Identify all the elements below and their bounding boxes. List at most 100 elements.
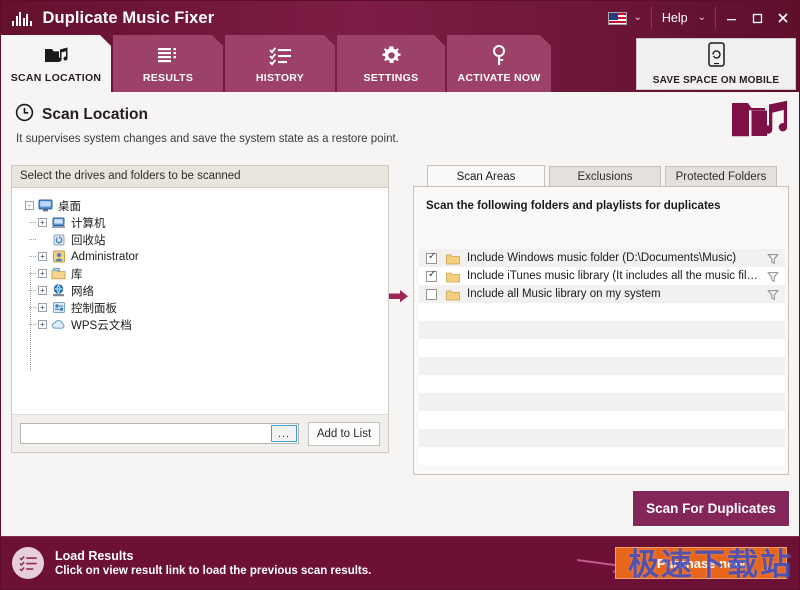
app-title: Duplicate Music Fixer: [42, 8, 215, 27]
scan-options-panel: Scan Areas Exclusions Protected Folders …: [413, 165, 789, 475]
list-item-empty: [419, 357, 785, 375]
tree-panel-header: Select the drives and folders to be scan…: [12, 166, 388, 188]
title-bar-controls: ⌄ Help ⌄: [607, 1, 800, 35]
control-panel-icon: [51, 301, 66, 315]
path-entry-row: ... Add to List: [12, 414, 388, 452]
page-subtitle: It supervises system changes and save th…: [16, 133, 399, 145]
close-icon[interactable]: [770, 1, 796, 35]
us-flag-icon[interactable]: [607, 11, 627, 25]
scan-areas-content: Scan the following folders and playlists…: [413, 186, 789, 475]
main-navigation: SCAN LOCATION RESULTS HISTORY SETTINGS A…: [1, 35, 799, 92]
clock-icon: [15, 103, 34, 127]
folder-icon: [446, 270, 460, 283]
tab-label: SETTINGS: [363, 71, 419, 84]
expand-toggle[interactable]: +: [38, 320, 47, 329]
tree-node-library[interactable]: + 库: [29, 265, 388, 282]
list-item[interactable]: Include all Music library on my system: [419, 285, 785, 303]
page-title: Scan Location: [42, 106, 148, 123]
drive-folder-selector-panel: Select the drives and folders to be scan…: [11, 165, 389, 453]
minimize-icon[interactable]: [718, 1, 744, 35]
scan-areas-list: Include Windows music folder (D:\Documen…: [419, 249, 785, 471]
tab-label: RESULTS: [142, 71, 194, 84]
filter-icon[interactable]: [767, 288, 779, 301]
expand-toggle[interactable]: +: [38, 303, 47, 312]
browse-button[interactable]: ...: [271, 425, 297, 442]
row-checkbox[interactable]: [426, 269, 437, 282]
tree-node-network[interactable]: + 网络: [29, 282, 388, 299]
tree-node-administrator[interactable]: + Administrator: [29, 248, 388, 265]
checklist-icon: [269, 44, 292, 68]
tree-node-label: 计算机: [71, 217, 106, 230]
expand-toggle[interactable]: +: [38, 269, 47, 278]
filter-icon[interactable]: [767, 270, 779, 283]
tab-exclusions[interactable]: Exclusions: [549, 166, 661, 187]
tab-activate-now[interactable]: ACTIVATE NOW: [447, 35, 551, 92]
tab-settings[interactable]: SETTINGS: [337, 35, 445, 92]
title-bar: Duplicate Music Fixer ⌄ Help ⌄: [1, 1, 800, 35]
list-item[interactable]: Include iTunes music library (It include…: [419, 267, 785, 285]
filter-icon[interactable]: [767, 252, 779, 265]
row-checkbox[interactable]: [426, 288, 437, 300]
collapse-toggle[interactable]: -: [25, 201, 34, 210]
help-chevron-down-icon[interactable]: ⌄: [691, 1, 713, 35]
list-item-empty: [419, 375, 785, 393]
tab-label: HISTORY: [255, 71, 305, 84]
language-chevron-down-icon[interactable]: ⌄: [627, 1, 649, 35]
tab-history[interactable]: HISTORY: [225, 35, 335, 92]
desktop-icon: [38, 199, 53, 213]
tree-node-computer[interactable]: + 计算机: [29, 214, 388, 231]
content-area: Scan Location It supervises system chang…: [1, 92, 799, 538]
gear-icon: [381, 44, 402, 68]
row-label: Include iTunes music library (It include…: [467, 270, 761, 282]
expand-toggle[interactable]: +: [38, 218, 47, 227]
scan-for-duplicates-button[interactable]: Scan For Duplicates: [632, 490, 790, 527]
tree-node-label: Administrator: [71, 250, 139, 263]
list-lines-icon: [157, 44, 179, 68]
cloud-icon: [51, 318, 66, 332]
path-input[interactable]: ...: [20, 423, 299, 444]
network-icon: [51, 284, 66, 298]
divider: [650, 7, 652, 29]
help-menu-label[interactable]: Help: [654, 1, 691, 35]
arrow-right-icon: [389, 289, 409, 309]
tree-node-label: 回收站: [71, 234, 106, 247]
list-item-empty: [419, 321, 785, 339]
tab-results[interactable]: RESULTS: [113, 35, 223, 92]
user-icon: [51, 250, 66, 264]
tab-protected-folders[interactable]: Protected Folders: [665, 166, 777, 187]
tab-scan-areas[interactable]: Scan Areas: [427, 165, 545, 187]
maximize-icon[interactable]: [744, 1, 770, 35]
row-label: Include Windows music folder (D:\Documen…: [467, 252, 737, 264]
recycle-bin-icon: [51, 233, 66, 247]
tree-node-label: 桌面: [58, 200, 81, 213]
save-space-label: SAVE SPACE ON MOBILE: [652, 75, 780, 86]
scan-areas-heading: Scan the following folders and playlists…: [426, 200, 721, 212]
page-title-row: Scan Location: [1, 92, 799, 127]
folder-icon: [446, 288, 460, 301]
tab-scan-location[interactable]: SCAN LOCATION: [1, 35, 111, 92]
tab-label: ACTIVATE NOW: [457, 71, 541, 84]
tree-node-recycle-bin[interactable]: 回收站: [29, 231, 388, 248]
expand-toggle[interactable]: +: [38, 252, 47, 261]
tree-node-control-panel[interactable]: + 控制面板: [29, 299, 388, 316]
folder-music-icon: [44, 44, 68, 68]
save-space-on-mobile-button[interactable]: SAVE SPACE ON MOBILE: [636, 38, 796, 90]
key-icon: [491, 44, 507, 68]
computer-icon: [51, 216, 66, 230]
load-results-subtitle: Click on view result link to load the pr…: [55, 565, 372, 577]
tree-node-wps-cloud[interactable]: + WPS云文档: [29, 316, 388, 333]
row-checkbox[interactable]: [426, 251, 437, 264]
add-to-list-button[interactable]: Add to List: [308, 421, 380, 446]
purchase-now-button[interactable]: Purchase now: [615, 547, 787, 579]
application-window: Duplicate Music Fixer ⌄ Help ⌄ SCAN LOCA…: [0, 0, 800, 590]
list-item[interactable]: Include Windows music folder (D:\Documen…: [419, 249, 785, 267]
scan-options-tabs: Scan Areas Exclusions Protected Folders: [413, 165, 789, 187]
tree-node-label: 网络: [71, 285, 94, 298]
tree-node-desktop[interactable]: - 桌面: [25, 197, 388, 214]
list-item-empty: [419, 303, 785, 321]
tab-label: SCAN LOCATION: [10, 71, 102, 84]
folder-music-logo: [729, 96, 789, 148]
tree-node-label: WPS云文档: [71, 319, 132, 332]
folder-tree[interactable]: - 桌面 + 计算机 回收站 + Administrator + 库 + 网络 …: [12, 188, 388, 371]
expand-toggle[interactable]: +: [38, 286, 47, 295]
